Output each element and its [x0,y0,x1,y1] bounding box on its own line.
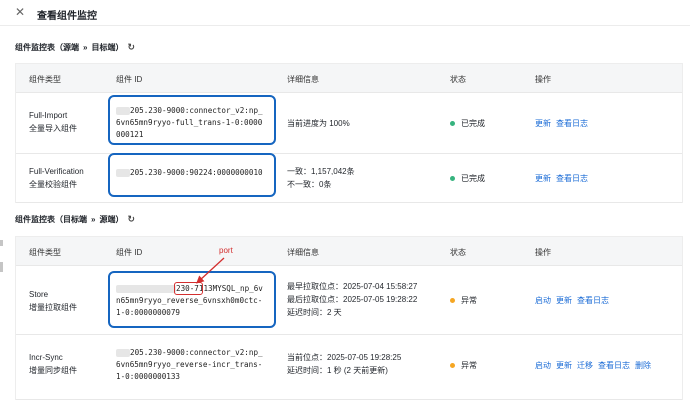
port-annotation-label: port [219,246,233,255]
component-type-name: Full-Verification [29,167,84,176]
section-title-part2: 源端） [99,215,124,224]
dialog-title: 查看组件监控 [37,11,97,22]
refresh-icon[interactable]: ↻ [127,42,135,53]
left-edge-mark [0,262,3,272]
direction-separator: » [83,43,88,52]
start-button[interactable]: 启动 [535,294,551,307]
view-log-button[interactable]: 查看日志 [556,117,588,130]
view-log-button[interactable]: 查看日志 [577,294,609,307]
direction-separator: » [91,215,96,224]
column-header-detail: 详细信息 [287,248,319,257]
column-header-ops: 操作 [535,248,551,257]
component-type-desc: 全量导入组件 [29,124,77,133]
detail-line: 当前进度为 100% [287,119,350,128]
annotation-highlight-box [108,271,276,328]
table-row: Incr-Sync 增量同步组件 205.230-9000:connector_… [16,334,682,400]
status-dot [450,176,455,181]
component-type-name: Incr-Sync [29,353,63,362]
update-button[interactable]: 更新 [535,117,551,130]
detail-info: 一致：1,157,042条 不一致：0条 [287,165,355,191]
component-type-desc: 增量拉取组件 [29,303,77,312]
component-id-text: 205.230-9000:connector_v2:np_6vn65mn9ryy… [116,348,263,381]
view-log-button[interactable]: 查看日志 [556,172,588,185]
update-button[interactable]: 更新 [556,359,572,372]
section-title-part1: 组件监控表（源端 [15,43,79,52]
status-text: 异常 [461,296,477,305]
detail-line: 最后拉取位点：2025-07-05 19:28:22 [287,295,418,304]
detail-info: 当前进度为 100% [287,117,350,130]
delete-button[interactable]: 删除 [635,359,651,372]
row-actions: 启动 更新 查看日志 [535,294,609,307]
detail-line: 延迟时间：1 秒 (2 天前更新) [287,366,388,375]
left-edge-mark [0,240,3,246]
annotation-highlight-box [108,153,276,197]
dialog-header: ✕ 查看组件监控 [0,0,690,26]
section-title-target-to-source: 组件监控表（目标端 » 源端） ↻ [15,214,135,225]
column-header-type: 组件类型 [29,248,61,257]
column-header-detail: 详细信息 [287,75,319,84]
status-text: 已完成 [461,119,485,128]
section-title-part2: 目标端） [91,43,124,52]
row-actions: 更新 查看日志 [535,117,588,130]
status-badge: 异常 [450,359,477,372]
status-badge: 已完成 [450,117,485,130]
status-text: 已完成 [461,174,485,183]
redacted-ip [116,349,130,357]
port-highlight-box [174,282,203,295]
column-header-status: 状态 [450,248,466,257]
column-header-id: 组件 ID [116,248,143,257]
component-type: Incr-Sync 增量同步组件 [29,351,77,377]
component-type-name: Full-Import [29,111,68,120]
close-icon[interactable]: ✕ [15,5,25,19]
table-header: 组件类型 组件 ID 详细信息 状态 操作 [16,63,682,92]
component-type-name: Store [29,290,49,299]
detail-line: 最早拉取位点：2025-07-04 15:58:27 [287,282,418,291]
component-type-desc: 增量同步组件 [29,366,77,375]
component-id[interactable]: 205.230-9000:connector_v2:np_6vn65mn9ryy… [116,347,266,383]
detail-line: 延迟时间：2 天 [287,308,342,317]
component-type: Full-Import 全量导入组件 [29,109,77,135]
migrate-button[interactable]: 迁移 [577,359,593,372]
status-badge: 已完成 [450,172,485,185]
column-header-id: 组件 ID [116,75,143,84]
detail-info: 最早拉取位点：2025-07-04 15:58:27 最后拉取位点：2025-0… [287,280,417,319]
start-button[interactable]: 启动 [535,359,551,372]
column-header-ops: 操作 [535,75,551,84]
status-badge: 异常 [450,294,477,307]
status-dot [450,298,455,303]
table-header: 组件类型 组件 ID 详细信息 状态 操作 [16,236,682,265]
view-log-button[interactable]: 查看日志 [598,359,630,372]
status-dot [450,363,455,368]
row-actions: 启动 更新 迁移 查看日志 删除 [535,359,651,372]
detail-line: 不一致：0条 [287,180,332,189]
update-button[interactable]: 更新 [556,294,572,307]
annotation-highlight-box [108,95,276,145]
detail-info: 当前位点：2025-07-05 19:28:25 延迟时间：1 秒 (2 天前更… [287,351,401,377]
component-type-desc: 全量校验组件 [29,180,77,189]
detail-line: 当前位点：2025-07-05 19:28:25 [287,353,402,362]
section-title-source-to-target: 组件监控表（源端 » 目标端） ↻ [15,42,135,53]
update-button[interactable]: 更新 [535,172,551,185]
detail-line: 一致：1,157,042条 [287,167,355,176]
row-actions: 更新 查看日志 [535,172,588,185]
column-header-type: 组件类型 [29,75,61,84]
section-title-part1: 组件监控表（目标端 [15,215,87,224]
status-text: 异常 [461,361,477,370]
status-dot [450,121,455,126]
component-type: Full-Verification 全量校验组件 [29,165,84,191]
refresh-icon[interactable]: ↻ [127,214,135,225]
column-header-status: 状态 [450,75,466,84]
component-type: Store 增量拉取组件 [29,288,77,314]
